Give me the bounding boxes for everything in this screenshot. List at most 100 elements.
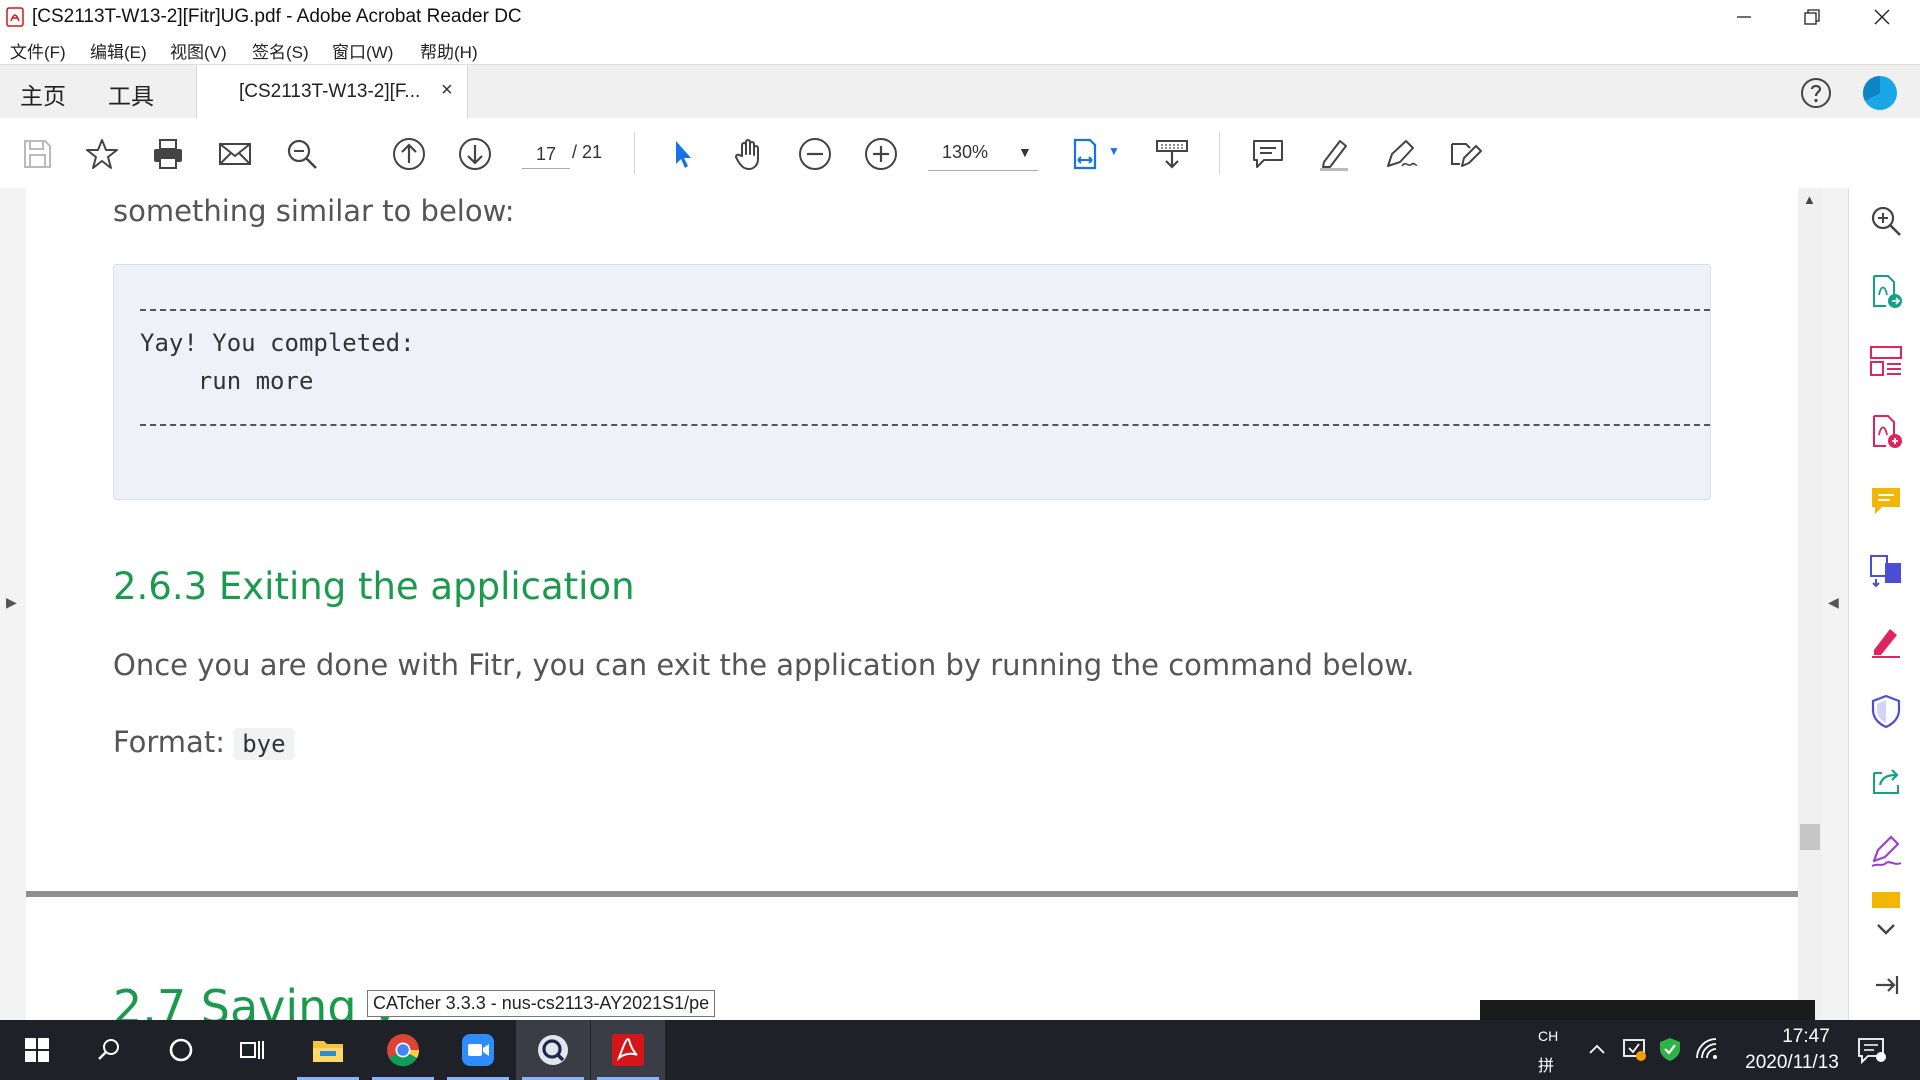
- network-tray-icon[interactable]: [1694, 1036, 1720, 1067]
- collapse-tools-button[interactable]: [1867, 966, 1905, 1004]
- menu-edit[interactable]: 编辑(E): [90, 38, 147, 63]
- email-button[interactable]: [215, 134, 255, 174]
- zoom-in-button[interactable]: [861, 134, 901, 174]
- acrobat-icon: [612, 1034, 644, 1066]
- save-button[interactable]: [17, 134, 57, 174]
- help-icon: [1801, 78, 1831, 108]
- fit-dropdown-caret-icon[interactable]: ▼: [1108, 144, 1120, 158]
- tool-organize-pages[interactable]: [1867, 342, 1905, 380]
- taskbar-chrome[interactable]: [366, 1020, 440, 1080]
- taskbar-acrobat[interactable]: [591, 1020, 665, 1080]
- cortana-button[interactable]: [144, 1020, 218, 1080]
- fit-width-icon: [1073, 138, 1097, 170]
- scroll-thumb[interactable]: [1800, 824, 1820, 850]
- show-hidden-icons-button[interactable]: [1588, 1042, 1606, 1061]
- catcher-app-icon: [538, 1035, 568, 1065]
- fit-page-button[interactable]: [1068, 134, 1108, 174]
- code-line: Yay! You completed:: [140, 329, 415, 357]
- previous-page-button[interactable]: [389, 134, 429, 174]
- tab-document[interactable]: [CS2113T-W13-2][F... ×: [196, 65, 468, 119]
- comment-button[interactable]: [1248, 134, 1288, 174]
- tool-create-pdf[interactable]: [1867, 412, 1905, 450]
- code-line: run more: [140, 367, 314, 395]
- ime-language[interactable]: CH: [1538, 1028, 1558, 1044]
- tab-tools[interactable]: 工具: [108, 77, 154, 111]
- right-tools-panel: [1848, 188, 1920, 1020]
- highlighter-icon: [1320, 140, 1348, 171]
- minus-circle-icon: [799, 138, 831, 170]
- search-taskbar-button[interactable]: [72, 1020, 146, 1080]
- tool-fill-sign[interactable]: [1867, 832, 1905, 870]
- taskbar-file-explorer[interactable]: [291, 1020, 365, 1080]
- menu-bar: 文件(F) 编辑(E) 视图(V) 签名(S) 窗口(W) 帮助(H): [0, 34, 1920, 64]
- tool-protect[interactable]: [1867, 692, 1905, 730]
- fill-sign-icon: [1871, 835, 1902, 867]
- zoom-out-button[interactable]: [795, 134, 835, 174]
- tool-comment[interactable]: [1867, 482, 1905, 520]
- hand-icon: [735, 139, 759, 170]
- body-paragraph: Once you are done with Fitr, you can exi…: [113, 648, 1415, 682]
- tool-more-partial[interactable]: [1867, 892, 1905, 908]
- tool-export-pdf[interactable]: [1867, 272, 1905, 310]
- taskbar-tooltip: CATcher 3.3.3 - nus-cs2113-AY2021S1/pe: [367, 990, 716, 1017]
- page-number-input[interactable]: [522, 140, 570, 169]
- task-view-button[interactable]: [216, 1020, 290, 1080]
- code-divider: [140, 309, 1710, 311]
- menu-file[interactable]: 文件(F): [10, 38, 66, 63]
- window-title: [CS2113T-W13-2][Fitr]UG.pdf - Adobe Acro…: [32, 6, 522, 27]
- star-icon: [86, 139, 118, 169]
- tools-more-button[interactable]: [1867, 910, 1905, 948]
- select-tool-button[interactable]: [662, 134, 702, 174]
- comment-tool-icon: [1872, 488, 1900, 514]
- clock-time[interactable]: 17:47: [1756, 1026, 1856, 1048]
- taskbar-catcher[interactable]: [516, 1020, 590, 1080]
- tab-home[interactable]: 主页: [20, 77, 66, 111]
- print-button[interactable]: [148, 134, 188, 174]
- action-center-button[interactable]: [1856, 1036, 1886, 1069]
- menu-view[interactable]: 视图(V): [170, 38, 227, 63]
- intro-line: something similar to below:: [113, 194, 515, 228]
- mail-icon: [219, 143, 251, 165]
- account-avatar[interactable]: [1862, 75, 1898, 116]
- next-page-button[interactable]: [455, 134, 495, 174]
- tool-edit-pdf[interactable]: [1867, 622, 1905, 660]
- expand-left-panel-icon[interactable]: ▶: [6, 594, 17, 611]
- scroll-up-icon[interactable]: ▲: [1803, 192, 1816, 207]
- read-mode-button[interactable]: [1152, 134, 1192, 174]
- find-button[interactable]: [282, 134, 322, 174]
- tool-combine-files[interactable]: [1867, 552, 1905, 590]
- zoom-select[interactable]: 130% ▼: [928, 138, 1038, 171]
- chevron-down-icon: [1877, 924, 1895, 935]
- format-line: Format: bye: [113, 725, 294, 760]
- plus-circle-icon: [865, 138, 897, 170]
- hand-tool-button[interactable]: [729, 134, 769, 174]
- save-icon: [24, 140, 51, 168]
- tray-app-icon[interactable]: [1622, 1036, 1648, 1067]
- chevron-up-icon: [1589, 1044, 1605, 1054]
- taskbar-zoom[interactable]: [441, 1020, 515, 1080]
- tool-search[interactable]: [1867, 202, 1905, 240]
- clock-date[interactable]: 2020/11/13: [1726, 1052, 1858, 1074]
- collapse-right-panel-icon[interactable]: ◀: [1828, 594, 1839, 611]
- tool-share[interactable]: [1867, 762, 1905, 800]
- ime-mode[interactable]: 拼: [1538, 1052, 1554, 1076]
- title-bar: [CS2113T-W13-2][Fitr]UG.pdf - Adobe Acro…: [0, 0, 1920, 34]
- menu-sign[interactable]: 签名(S): [252, 38, 309, 63]
- restore-button[interactable]: [1782, 0, 1842, 34]
- help-button[interactable]: [1800, 77, 1832, 114]
- tab-close-button[interactable]: ×: [441, 79, 453, 102]
- document-view[interactable]: something similar to below: Yay! You com…: [26, 188, 1798, 1020]
- menu-help[interactable]: 帮助(H): [420, 38, 478, 63]
- vertical-scrollbar[interactable]: ▲: [1798, 188, 1822, 1020]
- start-button[interactable]: [0, 1020, 74, 1080]
- close-window-button[interactable]: [1852, 0, 1912, 34]
- highlight-button[interactable]: [1314, 134, 1354, 174]
- export-pdf-icon: [1873, 275, 1902, 308]
- menu-window[interactable]: 窗口(W): [332, 38, 393, 63]
- security-tray-icon[interactable]: [1657, 1036, 1683, 1067]
- bookmark-button[interactable]: [82, 134, 122, 174]
- fill-sign-button[interactable]: [1446, 134, 1486, 174]
- minimize-button[interactable]: [1714, 0, 1774, 34]
- sign-button[interactable]: [1380, 134, 1420, 174]
- acrobat-file-icon: [6, 7, 24, 27]
